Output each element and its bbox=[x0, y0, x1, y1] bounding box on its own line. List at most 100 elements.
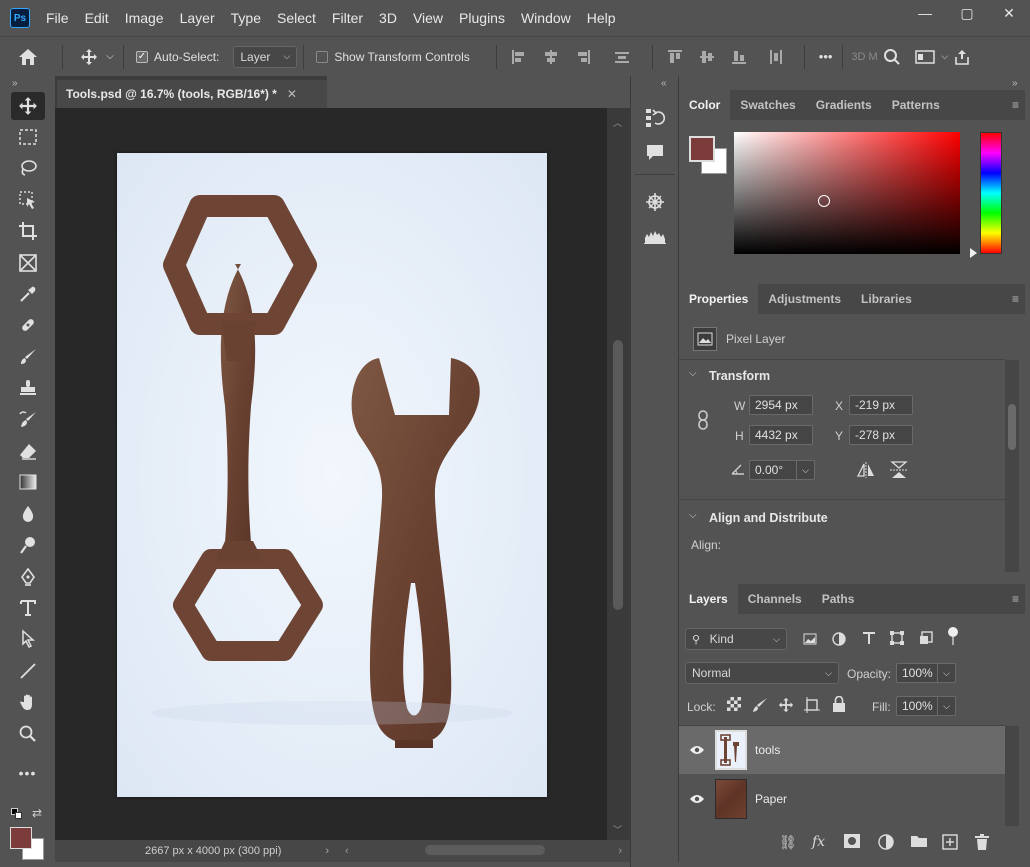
visibility-eye-icon[interactable] bbox=[679, 794, 715, 804]
add-mask-icon[interactable] bbox=[844, 834, 860, 851]
tab-patterns[interactable]: Patterns bbox=[882, 90, 950, 120]
properties-scroll-thumb[interactable] bbox=[1008, 404, 1016, 450]
history-panel-icon[interactable] bbox=[643, 106, 667, 130]
chevron-down-icon[interactable]: ⌵ bbox=[689, 368, 697, 379]
pen-tool[interactable] bbox=[0, 561, 55, 592]
align-right-edges-icon[interactable] bbox=[576, 49, 590, 64]
fill-field[interactable]: 100% ⌵ bbox=[896, 696, 956, 716]
tab-libraries[interactable]: Libraries bbox=[851, 284, 922, 314]
vertical-scroll-thumb[interactable] bbox=[613, 340, 623, 610]
flip-vertical-icon[interactable] bbox=[890, 460, 908, 483]
panel-menu-icon[interactable]: ≡ bbox=[1012, 292, 1019, 306]
document-dimensions[interactable]: 2667 px x 4000 px (300 ppi) bbox=[145, 845, 281, 857]
histogram-panel-icon[interactable] bbox=[643, 224, 667, 248]
chevron-down-icon[interactable]: ⌵ bbox=[940, 51, 950, 62]
scroll-left-icon[interactable]: ‹ bbox=[345, 845, 349, 857]
menu-plugins[interactable]: Plugins bbox=[451, 10, 513, 26]
close-button[interactable]: ✕ bbox=[988, 0, 1030, 26]
layer-style-fx-icon[interactable]: fx bbox=[812, 834, 825, 850]
lock-all-icon[interactable] bbox=[832, 695, 846, 715]
chevron-down-icon[interactable]: ⌵ bbox=[937, 664, 955, 682]
layer-row-paper[interactable]: Paper bbox=[679, 775, 1005, 823]
menu-window[interactable]: Window bbox=[513, 10, 579, 26]
foreground-color-swatch[interactable] bbox=[689, 136, 715, 162]
menu-3d[interactable]: 3D bbox=[371, 10, 405, 26]
show-transform-checkbox[interactable] bbox=[316, 50, 329, 63]
height-field[interactable]: 4432 px bbox=[749, 425, 813, 445]
blend-mode-dropdown[interactable]: Normal ⌵ bbox=[685, 662, 839, 684]
tab-layers[interactable]: Layers bbox=[679, 584, 738, 614]
filter-adjustment-layers-icon[interactable] bbox=[832, 632, 846, 649]
width-field[interactable]: 2954 px bbox=[749, 395, 813, 415]
align-distribute-section-title[interactable]: Align and Distribute bbox=[709, 511, 828, 525]
more-options-button[interactable]: ••• bbox=[819, 49, 833, 64]
collapse-arrows-icon[interactable]: « bbox=[661, 78, 667, 89]
delete-layer-icon[interactable] bbox=[975, 834, 989, 853]
align-top-edges-icon[interactable] bbox=[667, 49, 682, 64]
close-icon[interactable]: ✕ bbox=[287, 87, 297, 101]
document-tab[interactable]: Tools.psd @ 16.7% (tools, RGB/16*) * ✕ bbox=[57, 80, 327, 108]
move-tool-preset-icon[interactable] bbox=[75, 48, 103, 66]
angle-field[interactable]: 0.00° ⌵ bbox=[749, 460, 815, 480]
chevron-down-icon[interactable]: ⌵ bbox=[796, 461, 814, 479]
tab-color[interactable]: Color bbox=[679, 90, 731, 120]
scroll-up-icon[interactable]: ︿ bbox=[613, 116, 622, 129]
link-icon[interactable] bbox=[697, 410, 709, 433]
saturation-brightness-field[interactable] bbox=[734, 132, 960, 254]
chevron-down-icon[interactable]: ⌵ bbox=[689, 510, 697, 521]
tab-properties[interactable]: Properties bbox=[679, 284, 759, 314]
align-left-edges-icon[interactable] bbox=[511, 49, 526, 64]
layer-name-paper[interactable]: Paper bbox=[755, 792, 787, 806]
color-picker-handle[interactable] bbox=[818, 195, 830, 207]
gradient-tool[interactable] bbox=[0, 467, 55, 498]
clone-stamp-tool[interactable] bbox=[0, 373, 55, 404]
tab-paths[interactable]: Paths bbox=[812, 584, 865, 614]
hand-tool[interactable] bbox=[0, 686, 55, 717]
layers-scrollbar[interactable] bbox=[1005, 726, 1019, 826]
align-bottom-edges-icon[interactable] bbox=[731, 50, 746, 64]
maximize-button[interactable]: ▢ bbox=[946, 0, 988, 26]
menu-edit[interactable]: Edit bbox=[77, 10, 117, 26]
distribute-horizontally-icon[interactable] bbox=[769, 49, 783, 64]
new-group-icon[interactable] bbox=[910, 834, 928, 851]
scroll-down-icon[interactable]: ﹀ bbox=[613, 823, 622, 836]
eyedropper-tool[interactable] bbox=[0, 278, 55, 309]
tab-swatches[interactable]: Swatches bbox=[730, 90, 805, 120]
menu-view[interactable]: View bbox=[405, 10, 451, 26]
new-adjustment-layer-icon[interactable] bbox=[878, 834, 894, 853]
filter-type-layers-icon[interactable] bbox=[862, 631, 876, 648]
panel-menu-icon[interactable]: ≡ bbox=[1012, 592, 1019, 606]
panel-menu-icon[interactable]: ≡ bbox=[1012, 98, 1019, 112]
home-icon[interactable] bbox=[0, 48, 56, 66]
eraser-tool[interactable] bbox=[0, 435, 55, 466]
blur-tool[interactable] bbox=[0, 498, 55, 529]
layer-row-tools[interactable]: tools bbox=[679, 726, 1005, 774]
minimize-button[interactable]: — bbox=[904, 0, 946, 26]
type-tool[interactable] bbox=[0, 592, 55, 623]
align-horizontal-centers-icon[interactable] bbox=[544, 49, 558, 64]
menu-filter[interactable]: Filter bbox=[324, 10, 371, 26]
marquee-tool[interactable] bbox=[0, 121, 55, 152]
dodge-tool[interactable] bbox=[0, 529, 55, 560]
visibility-eye-icon[interactable] bbox=[679, 745, 715, 755]
edit-toolbar-icon[interactable]: ••• bbox=[0, 757, 55, 788]
flip-horizontal-icon[interactable] bbox=[856, 462, 876, 481]
properties-scrollbar[interactable] bbox=[1005, 360, 1019, 572]
move-tool[interactable] bbox=[0, 90, 55, 121]
filter-pixel-layers-icon[interactable] bbox=[803, 633, 817, 648]
menu-layer[interactable]: Layer bbox=[172, 10, 223, 26]
canvas-area[interactable] bbox=[55, 108, 607, 840]
menu-type[interactable]: Type bbox=[223, 10, 269, 26]
layer-name-tools[interactable]: tools bbox=[755, 743, 780, 757]
lock-artboard-icon[interactable] bbox=[804, 697, 820, 716]
lasso-tool[interactable] bbox=[0, 153, 55, 184]
link-layers-icon[interactable]: ⛓ bbox=[779, 834, 797, 851]
workspace-icon[interactable] bbox=[910, 49, 940, 65]
tab-channels[interactable]: Channels bbox=[738, 584, 812, 614]
zoom-tool[interactable] bbox=[0, 718, 55, 749]
chevron-right-icon[interactable]: › bbox=[325, 845, 329, 857]
transform-section-title[interactable]: Transform bbox=[709, 369, 770, 383]
opacity-field[interactable]: 100% ⌵ bbox=[896, 663, 956, 683]
document-canvas[interactable] bbox=[117, 153, 547, 797]
menu-select[interactable]: Select bbox=[269, 10, 324, 26]
